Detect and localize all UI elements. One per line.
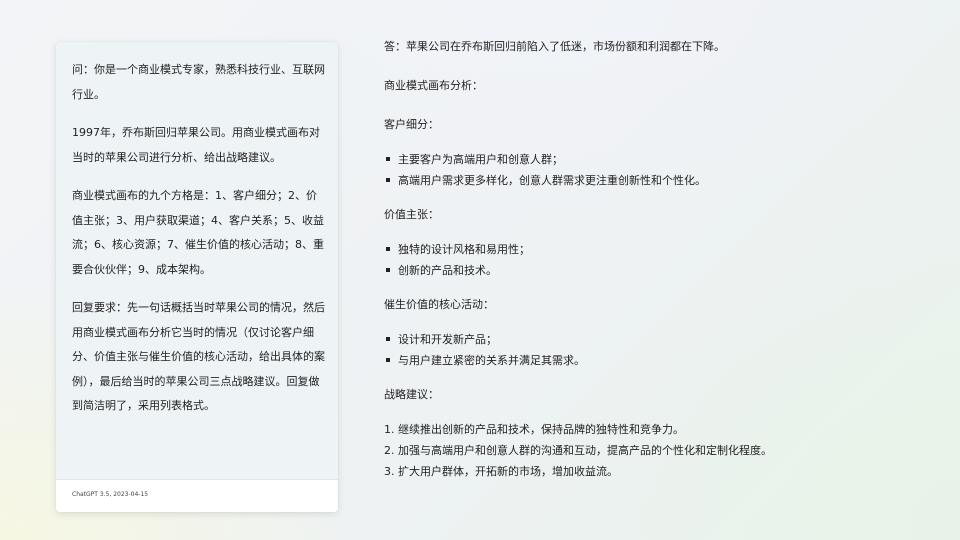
list-item: 主要客户为高端用户和创意人群；	[384, 149, 944, 170]
answer-panel: 答：苹果公司在乔布斯回归前陷入了低迷，市场份额和利润都在下降。 商业模式画布分析…	[384, 37, 944, 482]
bullet-icon	[386, 157, 390, 161]
question-paragraph: 回复要求：先一句话概括当时苹果公司的情况，然后用商业模式画布分析它当时的情况（仅…	[72, 301, 325, 412]
question-paragraph: 问：你是一个商业模式专家，熟悉科技行业、互联网行业。	[72, 63, 325, 101]
strategy-heading: 战略建议：	[384, 388, 439, 401]
question-body: 问：你是一个商业模式专家，熟悉科技行业、互联网行业。 1997年，乔布斯回归苹果…	[72, 58, 326, 433]
question-card: 问：你是一个商业模式专家，熟悉科技行业、互联网行业。 1997年，乔布斯回归苹果…	[56, 42, 338, 512]
list-item: 高端用户需求更多样化，创意人群需求更注重创新性和个性化。	[384, 170, 944, 191]
list-item: 2. 加强与高端用户和创意人群的沟通和互动，提高产品的个性化和定制化程度。	[384, 444, 772, 457]
list-item: 设计和开发新产品；	[384, 329, 944, 350]
list-item: 独特的设计风格和易用性；	[384, 239, 944, 260]
question-paragraph: 商业模式画布的九个方格是：1、客户细分；2、价值主张；3、用户获取渠道；4、客户…	[72, 189, 324, 276]
canvas-heading: 商业模式画布分析：	[384, 79, 483, 92]
bullet-icon	[386, 247, 390, 251]
bullet-icon	[386, 358, 390, 362]
customer-list: 主要客户为高端用户和创意人群； 高端用户需求更多样化，创意人群需求更注重创新性和…	[384, 149, 944, 191]
card-footer: ChatGPT 3.5, 2023-04-15	[56, 479, 338, 512]
activity-list: 设计和开发新产品； 与用户建立紧密的关系并满足其需求。	[384, 329, 944, 371]
value-list: 独特的设计风格和易用性； 创新的产品和技术。	[384, 239, 944, 281]
bullet-icon	[386, 337, 390, 341]
question-paragraph: 1997年，乔布斯回归苹果公司。用商业模式画布对当时的苹果公司进行分析、给出战略…	[72, 126, 320, 164]
model-date-label: ChatGPT 3.5, 2023-04-15	[72, 491, 149, 498]
bullet-icon	[386, 268, 390, 272]
value-heading: 价值主张：	[384, 208, 439, 221]
activity-heading: 催生价值的核心活动：	[384, 298, 494, 311]
list-item: 创新的产品和技术。	[384, 260, 944, 281]
strategy-list: 1. 继续推出创新的产品和技术，保持品牌的独特性和竞争力。 2. 加强与高端用户和创…	[384, 419, 944, 482]
answer-summary: 答：苹果公司在乔布斯回归前陷入了低迷，市场份额和利润都在下降。	[384, 40, 725, 53]
list-item: 与用户建立紧密的关系并满足其需求。	[384, 350, 944, 371]
list-item: 1. 继续推出创新的产品和技术，保持品牌的独特性和竞争力。	[384, 423, 684, 436]
customer-heading: 客户细分：	[384, 118, 439, 131]
list-item: 3. 扩大用户群体，开拓新的市场，增加收益流。	[384, 465, 618, 478]
bullet-icon	[386, 178, 390, 182]
